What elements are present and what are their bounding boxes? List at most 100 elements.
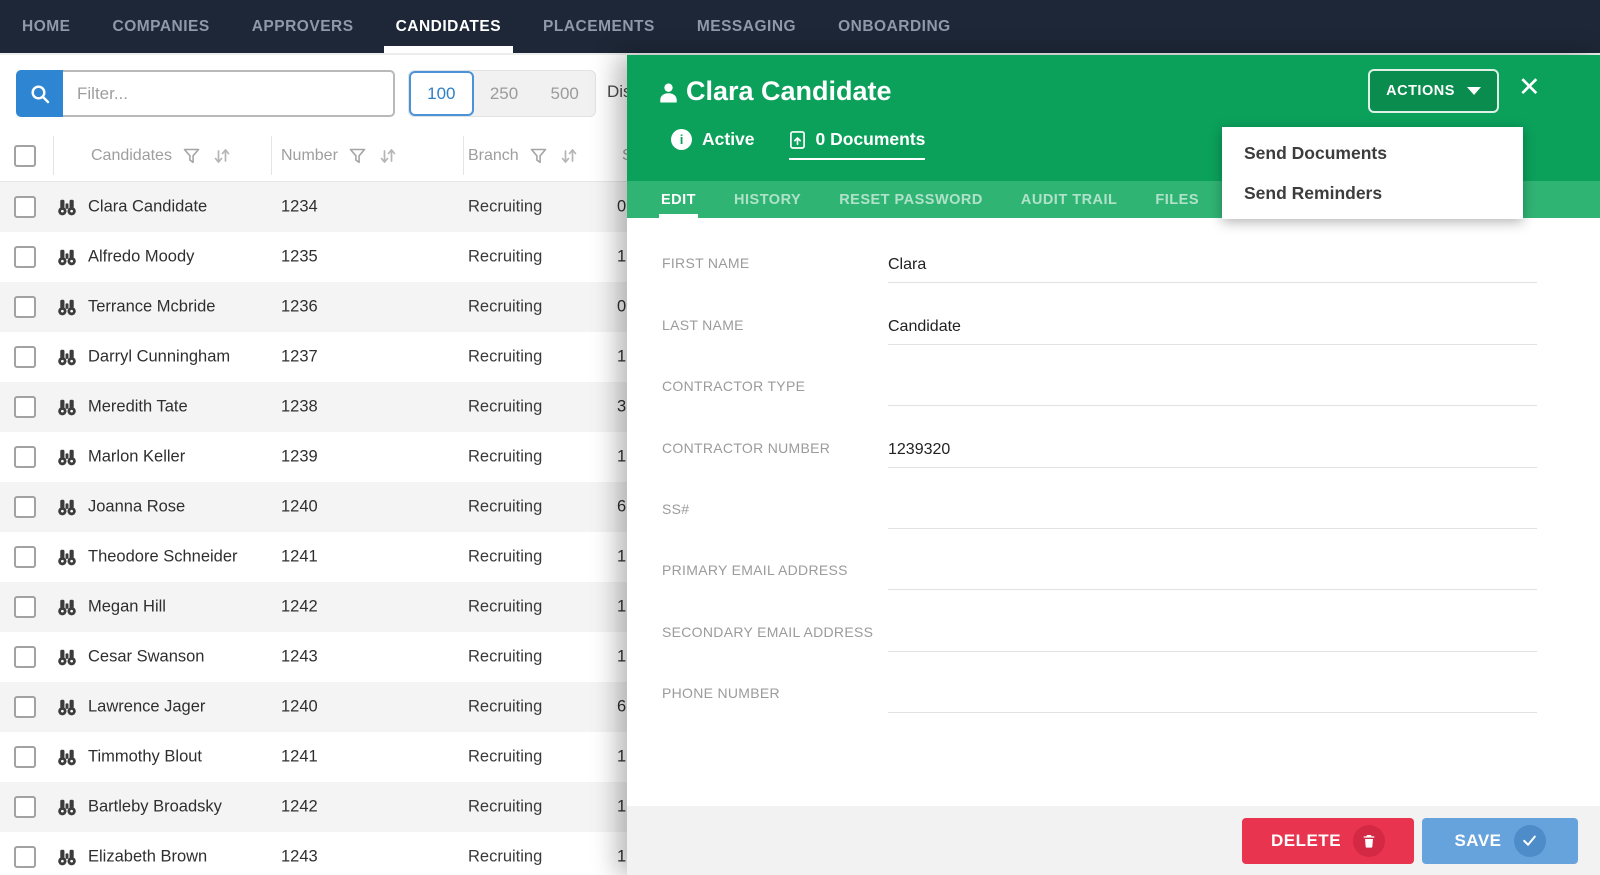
candidate-number: 1234 (281, 198, 318, 217)
search-button[interactable] (16, 70, 63, 117)
row-checkbox[interactable] (14, 496, 36, 518)
nav-item[interactable]: MESSAGING (691, 0, 802, 53)
nav-item[interactable]: APPROVERS (246, 0, 360, 53)
panel-tab[interactable]: FILES (1155, 181, 1199, 218)
form-field-input[interactable] (888, 625, 1537, 652)
nav-item[interactable]: PLACEMENTS (537, 0, 661, 53)
form-field-input[interactable]: 1239320 (888, 441, 1537, 468)
panel-tab[interactable]: HISTORY (734, 181, 801, 218)
truncated-cell: 3 (617, 398, 626, 417)
checkbox[interactable] (14, 246, 36, 268)
checkbox[interactable] (14, 796, 36, 818)
row-checkbox[interactable] (14, 846, 36, 868)
form-field: CONTRACTOR NUMBER 1239320 (627, 418, 1600, 479)
candidate-branch: Recruiting (468, 598, 542, 617)
panel-tab[interactable]: EDIT (661, 181, 696, 218)
close-icon[interactable]: ✕ (1518, 74, 1541, 101)
nav-item[interactable]: CANDIDATES (390, 0, 507, 53)
page-size-option[interactable]: 250 (474, 71, 535, 116)
page-size-label: 500 (550, 84, 578, 104)
form-field-input[interactable] (888, 563, 1537, 590)
form-field-input[interactable]: Clara (888, 256, 1537, 283)
delete-button[interactable]: DELETE (1242, 818, 1414, 864)
chevron-down-icon (1467, 87, 1481, 95)
checkbox[interactable] (14, 546, 36, 568)
form-field-label: LAST NAME (662, 317, 744, 333)
form-field-input[interactable] (888, 379, 1537, 406)
filter-funnel-icon[interactable] (530, 148, 547, 164)
filter-funnel-icon[interactable] (183, 148, 200, 164)
checkbox[interactable] (14, 696, 36, 718)
truncated-cell: 1 (617, 748, 626, 767)
form-field-label: PHONE NUMBER (662, 685, 780, 701)
candidate-name: Joanna Rose (88, 498, 185, 517)
checkbox[interactable] (14, 396, 36, 418)
row-checkbox[interactable] (14, 796, 36, 818)
row-checkbox[interactable] (14, 246, 36, 268)
row-checkbox[interactable] (14, 746, 36, 768)
form-field-label: SS# (662, 501, 689, 517)
row-checkbox[interactable] (14, 396, 36, 418)
checkbox[interactable] (14, 746, 36, 768)
nav-item[interactable]: HOME (16, 0, 77, 53)
form-field: CONTRACTOR TYPE (627, 357, 1600, 418)
checkbox[interactable] (14, 196, 36, 218)
candidate-branch: Recruiting (468, 248, 542, 267)
nav-item-label: APPROVERS (252, 18, 354, 36)
nav-item[interactable]: COMPANIES (107, 0, 216, 53)
trash-icon (1353, 825, 1385, 857)
filter-input[interactable] (63, 70, 395, 117)
page-size-option[interactable]: 100 (409, 71, 474, 116)
documents-link-label: 0 Documents (816, 129, 926, 150)
documents-link[interactable]: 0 Documents (789, 129, 926, 160)
sort-arrows-icon[interactable] (558, 146, 580, 166)
binoculars-icon (56, 497, 78, 517)
form-field-input[interactable] (888, 686, 1537, 713)
filter-funnel-icon[interactable] (349, 148, 366, 164)
page-size-option[interactable]: 500 (534, 71, 595, 116)
checkbox[interactable] (14, 346, 36, 368)
panel-tab[interactable]: AUDIT TRAIL (1021, 181, 1118, 218)
binoculars-icon (56, 347, 78, 367)
row-checkbox[interactable] (14, 696, 36, 718)
panel-title: Clara Candidate (686, 76, 892, 107)
nav-item-label: HOME (22, 18, 71, 36)
row-checkbox[interactable] (14, 646, 36, 668)
save-button[interactable]: SAVE (1422, 818, 1578, 864)
top-nav: HOME COMPANIES APPROVERS CANDIDATES PLAC… (0, 0, 1600, 53)
row-checkbox[interactable] (14, 296, 36, 318)
checkbox[interactable] (14, 496, 36, 518)
row-checkbox[interactable] (14, 196, 36, 218)
panel-tab-label: FILES (1155, 192, 1199, 208)
candidate-number: 1237 (281, 348, 318, 367)
checkbox[interactable] (14, 446, 36, 468)
binoculars-icon (56, 547, 78, 567)
binoculars-icon (56, 597, 78, 617)
column-header: Branch (468, 130, 580, 181)
sort-arrows-icon[interactable] (211, 146, 233, 166)
row-checkbox[interactable] (14, 546, 36, 568)
checkbox[interactable] (14, 646, 36, 668)
form-field: PRIMARY EMAIL ADDRESS (627, 541, 1600, 602)
row-checkbox[interactable] (14, 596, 36, 618)
candidate-branch: Recruiting (468, 498, 542, 517)
form-field: LAST NAME Candidate (627, 295, 1600, 356)
candidate-name: Lawrence Jager (88, 698, 205, 717)
form-field-input[interactable] (888, 502, 1537, 529)
actions-button[interactable]: ACTIONS (1368, 69, 1499, 113)
menu-item[interactable]: Send Reminders (1222, 173, 1523, 213)
row-checkbox[interactable] (14, 346, 36, 368)
nav-item[interactable]: ONBOARDING (832, 0, 957, 53)
row-checkbox[interactable] (14, 446, 36, 468)
candidate-name: Timmothy Blout (88, 748, 202, 767)
sort-arrows-icon[interactable] (377, 146, 399, 166)
form-field-input[interactable]: Candidate (888, 318, 1537, 345)
checkbox[interactable] (14, 846, 36, 868)
checkbox[interactable] (14, 596, 36, 618)
form-field: SECONDARY EMAIL ADDRESS (627, 602, 1600, 663)
panel-tab[interactable]: RESET PASSWORD (839, 181, 983, 218)
search-icon (29, 83, 51, 105)
checkbox[interactable] (14, 296, 36, 318)
column-header-label: Branch (468, 147, 519, 165)
menu-item[interactable]: Send Documents (1222, 133, 1523, 173)
